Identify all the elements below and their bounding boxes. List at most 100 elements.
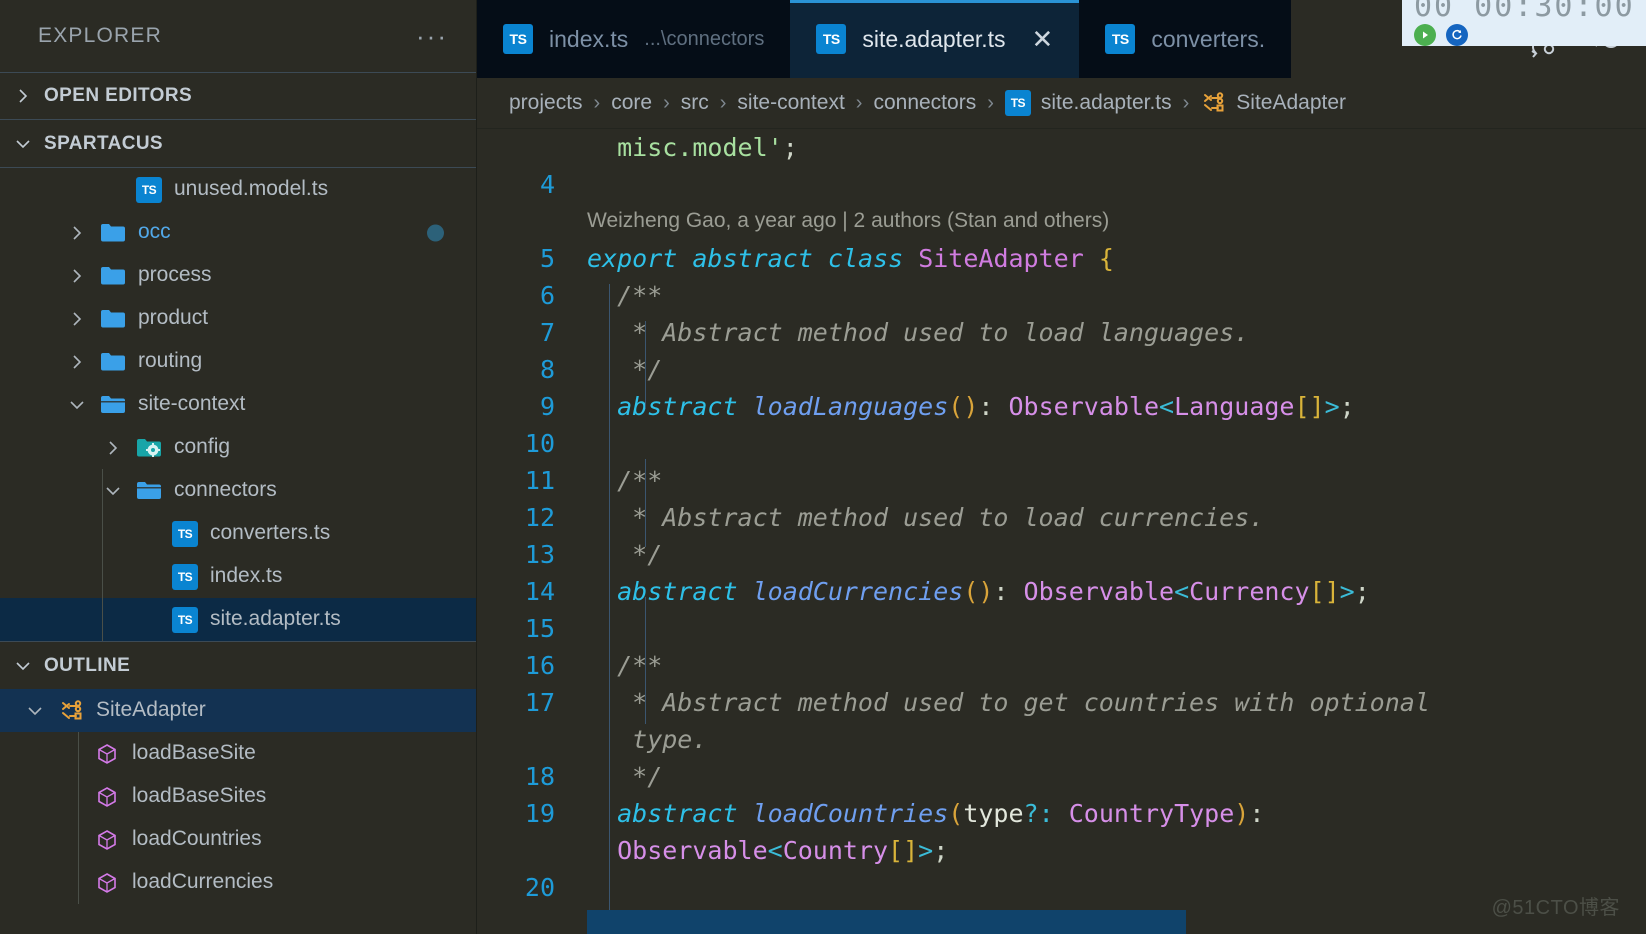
- selection-highlight: [587, 910, 1186, 934]
- code-editor[interactable]: misc.model'; 4 Weizheng Gao, a year ago | …: [477, 129, 1646, 934]
- outline-item-label: loadBaseSites: [132, 783, 267, 807]
- breadcrumb-item-projects[interactable]: projects: [509, 91, 583, 115]
- code-token: misc.model: [587, 133, 768, 162]
- tree-item-config[interactable]: config: [0, 426, 476, 469]
- tree-item-label: index.ts: [210, 563, 283, 587]
- sidebar-section-label: SPARTACUS: [44, 132, 164, 154]
- outline-item-label: loadCurrencies: [132, 869, 274, 893]
- tab-label: index.ts: [549, 25, 629, 52]
- tree-item-occ[interactable]: occ: [0, 211, 476, 254]
- code-line-text[interactable]: */: [581, 758, 1646, 795]
- chevron-right-icon[interactable]: [66, 266, 88, 286]
- tree-item-index-ts[interactable]: TS index.ts: [0, 555, 476, 598]
- breadcrumb-label: src: [680, 91, 709, 114]
- code-token: */: [587, 540, 663, 569]
- watermark: @51CTO博客: [1491, 897, 1620, 919]
- chevron-down-icon[interactable]: [102, 481, 124, 501]
- breadcrumb-item-siteadapter[interactable]: SiteAdapter: [1200, 91, 1346, 115]
- tree-item-connectors[interactable]: connectors: [0, 469, 476, 512]
- editor-tab-site-adapter-ts[interactable]: TS site.adapter.ts ✕: [790, 0, 1080, 78]
- code-token: []: [1309, 577, 1340, 606]
- sidebar-section-outline[interactable]: OUTLINE: [0, 641, 476, 689]
- code-token: :: [1249, 799, 1265, 828]
- chevron-right-icon[interactable]: [66, 223, 88, 243]
- line-number: 11: [524, 466, 555, 495]
- sidebar-section-open-editors[interactable]: OPEN EDITORS: [0, 72, 476, 120]
- outline-item-loadcurrencies[interactable]: loadCurrencies: [0, 861, 476, 904]
- tree-item-label: occ: [138, 219, 171, 243]
- typescript-file-icon: TS: [503, 24, 533, 54]
- code-line-text[interactable]: /**: [581, 647, 1646, 684]
- outline-item-siteadapter[interactable]: SiteAdapter: [0, 689, 476, 732]
- tree-item-site-adapter-ts[interactable]: TS site.adapter.ts: [0, 598, 476, 641]
- code-token: <: [1174, 577, 1190, 606]
- code-token: export: [587, 244, 678, 273]
- editor-tab-converters-[interactable]: TS converters.: [1079, 0, 1292, 78]
- sidebar-section-label: OPEN EDITORS: [44, 85, 193, 106]
- code-line: 19 abstract loadCountries(type?: Country…: [477, 795, 1646, 869]
- code-token: */: [587, 762, 663, 791]
- code-line-text[interactable]: * Abstract method used to load currencie…: [581, 499, 1646, 536]
- code-line-text[interactable]: /**: [581, 462, 1646, 499]
- close-icon[interactable]: ✕: [1032, 26, 1054, 52]
- code-line-text[interactable]: abstract loadCurrencies(): Observable<Cu…: [581, 573, 1646, 610]
- outline-item-loadcountries[interactable]: loadCountries: [0, 818, 476, 861]
- tree-indent-guide: [102, 469, 103, 641]
- outline-item-loadbasesite[interactable]: loadBaseSite: [0, 732, 476, 775]
- code-line-text[interactable]: export abstract class SiteAdapter {: [581, 240, 1646, 277]
- code-line-text[interactable]: * Abstract method used to load languages…: [581, 314, 1646, 351]
- breadcrumb-label: projects: [509, 91, 583, 114]
- timer-overlay[interactable]: 00 00:30:00: [1402, 0, 1646, 46]
- tree-item-converters-ts[interactable]: TS converters.ts: [0, 512, 476, 555]
- code-token: * Abstract method used to load languages…: [587, 318, 1250, 347]
- code-token: <: [767, 836, 783, 865]
- code-line-text[interactable]: misc.model';: [581, 129, 1646, 166]
- breadcrumb-item-site-context[interactable]: site-context: [737, 91, 844, 115]
- outline-item-loadbasesites[interactable]: loadBaseSites: [0, 775, 476, 818]
- reload-icon[interactable]: [1446, 24, 1468, 46]
- ellipsis-icon[interactable]: ···: [416, 23, 448, 49]
- code-line-text[interactable]: */: [581, 351, 1646, 388]
- tree-item-product[interactable]: product: [0, 297, 476, 340]
- chevron-right-icon[interactable]: [102, 438, 124, 458]
- line-number: 9: [539, 392, 555, 421]
- breadcrumb-item-src[interactable]: src: [681, 91, 709, 115]
- code-line-text[interactable]: */: [581, 536, 1646, 573]
- line-number: 6: [539, 281, 555, 310]
- code-line-text[interactable]: * Abstract method used to get countries …: [581, 684, 1646, 758]
- breadcrumb-item-connectors[interactable]: connectors: [873, 91, 976, 115]
- chevron-right-icon[interactable]: [66, 352, 88, 372]
- chevron-down-icon[interactable]: [24, 701, 46, 721]
- breadcrumb-item-core[interactable]: core: [611, 91, 652, 115]
- line-number: 7: [539, 318, 555, 347]
- editor-tab-index-ts[interactable]: TS index.ts ...\connectors: [477, 0, 791, 78]
- play-icon[interactable]: [1414, 24, 1436, 46]
- breadcrumb-item-site-adapter-ts[interactable]: TS site.adapter.ts: [1004, 90, 1172, 116]
- line-number: 4: [539, 170, 555, 199]
- code-line-text[interactable]: /**: [581, 277, 1646, 314]
- chevron-down-icon[interactable]: [66, 395, 88, 415]
- line-number: 18: [524, 762, 555, 791]
- chevron-right-icon[interactable]: [66, 309, 88, 329]
- codelens-text[interactable]: Weizheng Gao, a year ago | 2 authors (St…: [581, 203, 1109, 238]
- code-token: Observable: [617, 836, 768, 865]
- code-token: class: [827, 244, 904, 273]
- tree-item-label: routing: [138, 348, 203, 372]
- breadcrumb-label: connectors: [873, 91, 977, 114]
- tree-item-routing[interactable]: routing: [0, 340, 476, 383]
- code-line: 4: [477, 166, 1646, 203]
- sidebar-section-spartacus[interactable]: SPARTACUS: [0, 120, 476, 168]
- typescript-file-icon: TS: [170, 520, 200, 547]
- code-line-text[interactable]: abstract loadLanguages(): Observable<Lan…: [581, 388, 1646, 425]
- code-token: ): [1234, 799, 1250, 828]
- tree-item-site-context[interactable]: site-context: [0, 383, 476, 426]
- code-token: (: [948, 799, 964, 828]
- chevron-down-icon: [14, 135, 32, 153]
- tree-item-unused-model-ts[interactable]: TS unused.model.ts: [0, 168, 476, 211]
- tree-item-process[interactable]: process: [0, 254, 476, 297]
- code-line-text[interactable]: abstract loadCountries(type?: CountryTyp…: [581, 795, 1646, 869]
- code-token: ;: [933, 836, 949, 865]
- typescript-file-icon: TS: [1105, 24, 1136, 54]
